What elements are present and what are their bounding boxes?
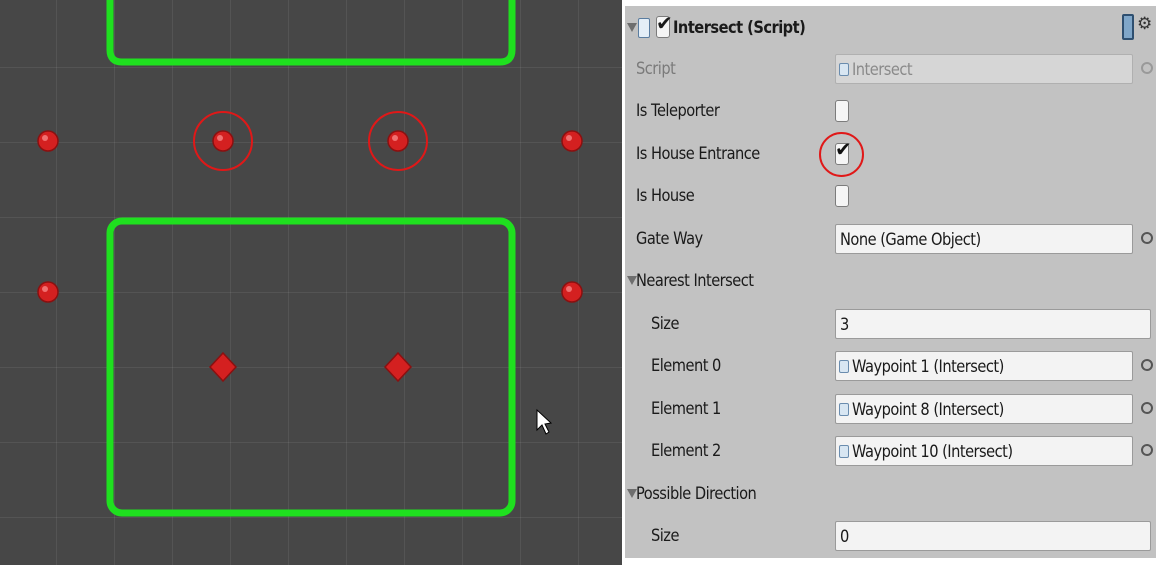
waypoint-sphere[interactable] — [37, 130, 59, 152]
help-book-icon[interactable] — [1122, 14, 1134, 40]
is-teleporter-checkbox[interactable] — [835, 100, 849, 122]
highlight-circle — [819, 132, 864, 177]
element-value: Waypoint 10 (Intersect) — [852, 442, 1013, 462]
element-label: Element 1 — [651, 399, 721, 419]
element-row: Element 0 Waypoint 1 (Intersect) — [625, 347, 1156, 387]
waypoint-sphere[interactable] — [561, 281, 583, 303]
nearest-size-row: Size 3 — [625, 305, 1156, 345]
house-waypoint-diamond[interactable] — [383, 351, 413, 383]
object-picker-icon — [1141, 62, 1153, 74]
script-icon — [839, 63, 849, 76]
component-header[interactable]: ✔ Intersect (Script) ⚙ — [625, 6, 1156, 50]
gate-way-row: Gate Way None (Game Object) — [625, 220, 1156, 260]
direction-size-row: Size 0 — [625, 517, 1156, 557]
scene-canvas[interactable] — [0, 0, 622, 565]
waypoint-sphere[interactable] — [561, 130, 583, 152]
direction-size-label: Size — [651, 526, 679, 546]
inspector-panel: ✔ Intersect (Script) ⚙ Script Intersect … — [625, 6, 1156, 558]
script-row: Script Intersect — [625, 50, 1156, 90]
script-icon — [839, 403, 849, 416]
object-picker-icon[interactable] — [1141, 402, 1153, 414]
is-house-checkbox[interactable] — [835, 185, 849, 207]
nearest-size-label: Size — [651, 314, 679, 334]
possible-direction-foldout[interactable]: Possible Direction — [625, 475, 1156, 515]
possible-direction-label: Possible Direction — [636, 484, 757, 504]
element-row: Element 2 Waypoint 10 (Intersect) — [625, 432, 1156, 472]
is-house-label: Is House — [636, 186, 695, 206]
is-house-entrance-label: Is House Entrance — [636, 144, 760, 164]
waypoint-sphere[interactable] — [387, 130, 409, 152]
checkbox-checkmark-icon: ✔ — [656, 11, 673, 35]
element-field[interactable]: Waypoint 1 (Intersect) — [835, 351, 1133, 381]
nearest-size-input[interactable]: 3 — [835, 309, 1151, 339]
nearest-intersect-foldout[interactable]: Nearest Intersect — [625, 262, 1156, 302]
is-teleporter-row: Is Teleporter — [625, 92, 1156, 132]
direction-size-value: 0 — [840, 527, 849, 547]
is-house-row: Is House — [625, 177, 1156, 217]
script-icon — [839, 445, 849, 458]
waypoint-sphere[interactable] — [37, 281, 59, 303]
script-field: Intersect — [835, 54, 1133, 84]
object-picker-icon[interactable] — [1141, 359, 1153, 371]
mouse-cursor-icon — [536, 408, 553, 435]
gate-way-value: None (Game Object) — [840, 230, 981, 250]
element-field[interactable]: Waypoint 8 (Intersect) — [835, 394, 1133, 424]
script-icon — [839, 360, 849, 373]
house-boundary-bottom[interactable] — [106, 217, 516, 517]
element-value: Waypoint 1 (Intersect) — [852, 357, 1004, 377]
object-picker-icon[interactable] — [1141, 444, 1153, 456]
script-label: Script — [636, 59, 676, 79]
element-label: Element 0 — [651, 356, 721, 376]
element-row: Element 1 Waypoint 8 (Intersect) — [625, 390, 1156, 430]
nearest-intersect-label: Nearest Intersect — [636, 271, 754, 291]
element-field[interactable]: Waypoint 10 (Intersect) — [835, 436, 1133, 466]
component-enabled-checkbox[interactable]: ✔ — [656, 11, 673, 38]
foldout-arrow-icon[interactable] — [627, 23, 637, 32]
gate-way-label: Gate Way — [636, 229, 703, 249]
gate-way-field[interactable]: None (Game Object) — [835, 224, 1133, 254]
script-icon — [638, 18, 650, 38]
gear-icon[interactable]: ⚙ — [1137, 14, 1152, 34]
house-waypoint-diamond[interactable] — [208, 351, 238, 383]
waypoint-sphere[interactable] — [212, 130, 234, 152]
element-label: Element 2 — [651, 441, 721, 461]
component-title: Intersect (Script) — [673, 18, 806, 38]
house-boundary-top[interactable] — [106, 0, 516, 66]
element-value: Waypoint 8 (Intersect) — [852, 400, 1004, 420]
direction-size-input[interactable]: 0 — [835, 521, 1151, 551]
is-teleporter-label: Is Teleporter — [636, 101, 720, 121]
nearest-size-value: 3 — [840, 315, 849, 335]
scene-view[interactable] — [0, 0, 622, 565]
object-picker-icon[interactable] — [1141, 232, 1153, 244]
script-value: Intersect — [852, 60, 913, 80]
is-house-entrance-row: Is House Entrance ✔ — [625, 132, 1156, 177]
